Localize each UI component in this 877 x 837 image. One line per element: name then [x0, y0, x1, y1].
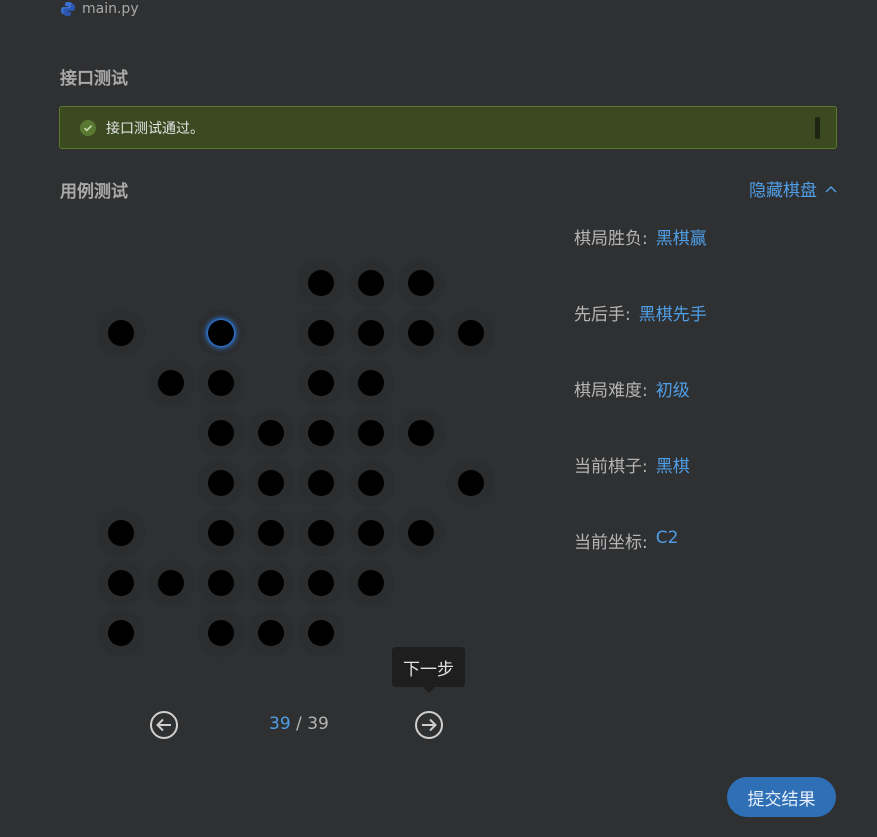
result-value: 黑棋赢	[655, 229, 707, 249]
black-stone	[208, 520, 234, 546]
case-test-title: 用例测试	[60, 182, 128, 202]
difficulty-value: 初级	[655, 381, 690, 401]
previous-step-icon[interactable]	[149, 710, 179, 740]
current-black-stone	[208, 320, 234, 346]
black-stone	[108, 620, 134, 646]
file-tab-label: main.py	[82, 1, 139, 17]
game-board	[96, 258, 496, 658]
hide-board-label: 隐藏棋盘	[749, 181, 817, 201]
info-current-piece: 当前棋子: 黑棋	[574, 452, 690, 477]
black-stone	[458, 470, 484, 496]
black-stone	[308, 470, 334, 496]
alert-scroll-handle[interactable]	[815, 117, 820, 139]
black-stone	[308, 270, 334, 296]
hide-board-toggle[interactable]: 隐藏棋盘	[749, 176, 837, 201]
black-stone	[358, 470, 384, 496]
step-pager: 39 / 39	[269, 714, 329, 734]
pager-separator: /	[296, 714, 302, 734]
current-coordinate-value: C2	[655, 528, 679, 548]
black-stone	[308, 570, 334, 596]
black-stone	[358, 520, 384, 546]
black-stone	[358, 570, 384, 596]
black-stone	[308, 620, 334, 646]
current-piece-value: 黑棋	[655, 457, 690, 477]
python-icon	[61, 2, 75, 16]
info-first-move: 先后手: 黑棋先手	[574, 300, 707, 325]
black-stone	[158, 370, 184, 396]
current-step: 39	[269, 714, 291, 734]
first-move-label: 先后手:	[574, 305, 631, 325]
info-current-coordinate: 当前坐标: C2	[574, 528, 678, 553]
black-stone	[408, 320, 434, 346]
black-stone	[208, 370, 234, 396]
black-stone	[108, 520, 134, 546]
info-difficulty: 棋局难度: 初级	[574, 376, 690, 401]
black-stone	[408, 270, 434, 296]
black-stone	[258, 420, 284, 446]
black-stone	[458, 320, 484, 346]
next-step-tooltip: 下一步	[392, 647, 465, 693]
black-stone	[208, 620, 234, 646]
black-stone	[308, 370, 334, 396]
black-stone	[308, 420, 334, 446]
black-stone	[258, 620, 284, 646]
current-piece-label: 当前棋子:	[574, 457, 648, 477]
black-stone	[108, 570, 134, 596]
black-stone	[308, 520, 334, 546]
black-stone	[258, 570, 284, 596]
api-test-success-alert: 接口测试通过。	[59, 106, 837, 149]
first-move-value: 黑棋先手	[638, 305, 707, 325]
black-stone	[258, 520, 284, 546]
total-steps: 39	[307, 714, 329, 734]
submit-result-button[interactable]: 提交结果	[727, 777, 836, 817]
black-stone	[158, 570, 184, 596]
check-circle-icon	[80, 119, 96, 136]
black-stone	[358, 320, 384, 346]
black-stone	[358, 270, 384, 296]
black-stone	[208, 570, 234, 596]
next-step-icon[interactable]	[414, 710, 444, 740]
api-test-title: 接口测试	[60, 69, 128, 89]
black-stone	[208, 470, 234, 496]
black-stone	[408, 520, 434, 546]
result-label: 棋局胜负:	[574, 229, 648, 249]
black-stone	[358, 420, 384, 446]
black-stone	[358, 370, 384, 396]
difficulty-label: 棋局难度:	[574, 381, 648, 401]
black-stone	[208, 420, 234, 446]
api-test-status-text: 接口测试通过。	[106, 120, 204, 137]
chevron-up-icon	[825, 185, 837, 192]
info-result: 棋局胜负: 黑棋赢	[574, 224, 707, 249]
black-stone	[308, 320, 334, 346]
current-coordinate-label: 当前坐标:	[574, 533, 648, 553]
black-stone	[258, 470, 284, 496]
black-stone	[108, 320, 134, 346]
black-stone	[408, 420, 434, 446]
file-tab[interactable]: main.py	[60, 0, 139, 18]
